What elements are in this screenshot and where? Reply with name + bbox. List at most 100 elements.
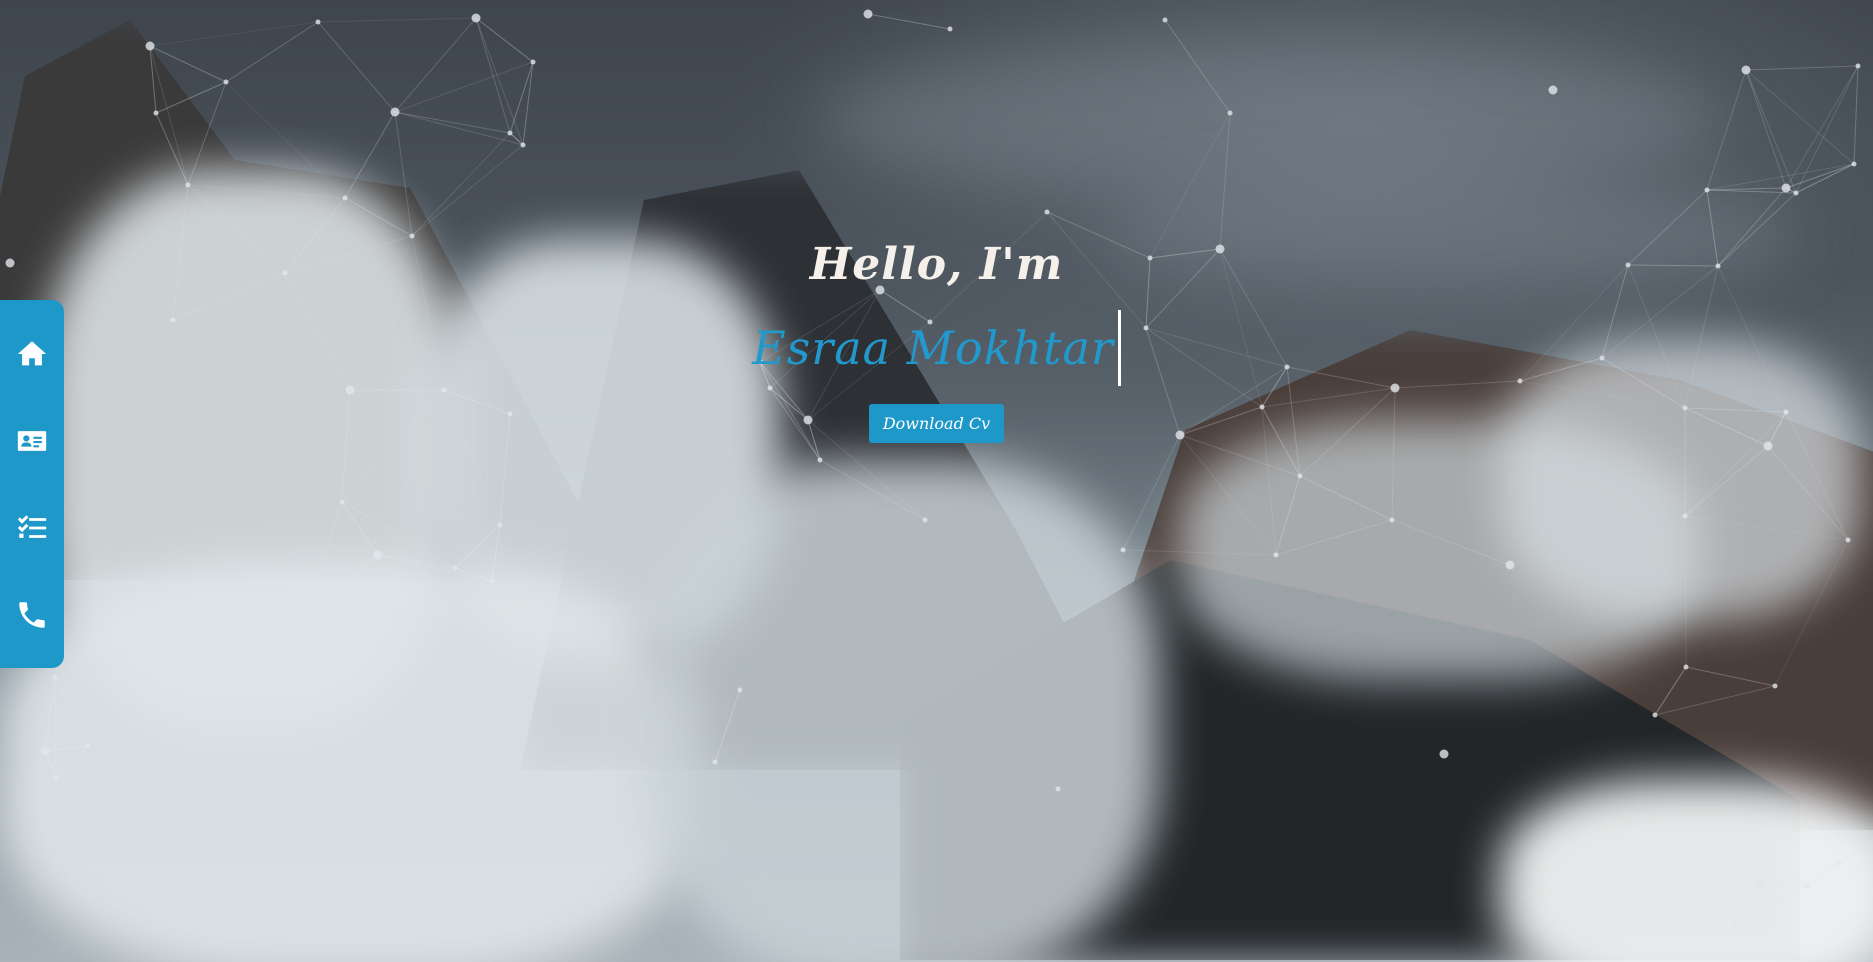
network-node bbox=[530, 59, 536, 65]
network-node bbox=[40, 746, 50, 756]
network-link bbox=[1767, 445, 1849, 541]
network-node bbox=[1772, 683, 1778, 689]
network-node bbox=[863, 9, 873, 19]
network-link bbox=[1299, 475, 1393, 521]
network-link bbox=[509, 61, 534, 134]
network-node bbox=[1227, 110, 1233, 116]
network-link bbox=[1774, 539, 1849, 687]
network-node bbox=[1548, 85, 1558, 95]
network-node bbox=[1162, 17, 1168, 23]
network-node bbox=[185, 182, 191, 188]
network-link bbox=[475, 17, 511, 134]
network-link bbox=[411, 144, 524, 237]
network-link bbox=[1706, 163, 1855, 191]
network-link bbox=[344, 111, 396, 199]
network-link bbox=[394, 111, 413, 237]
network-node bbox=[1683, 664, 1689, 670]
download-cv-button[interactable]: Download Cv bbox=[868, 404, 1005, 443]
network-node bbox=[153, 110, 159, 116]
network-node bbox=[1055, 786, 1061, 792]
network-link bbox=[394, 61, 534, 113]
network-node bbox=[342, 195, 348, 201]
network-link bbox=[302, 567, 456, 621]
sidebar-item-contact[interactable] bbox=[8, 591, 56, 639]
network-node bbox=[1836, 860, 1842, 866]
network-node bbox=[1755, 880, 1765, 890]
network-link bbox=[377, 554, 493, 582]
network-link bbox=[1122, 549, 1277, 556]
network-link bbox=[149, 45, 227, 83]
phone-icon bbox=[19, 601, 45, 628]
network-link bbox=[1806, 862, 1840, 887]
network-link bbox=[454, 524, 501, 569]
network-node bbox=[339, 499, 345, 505]
network-link bbox=[1759, 862, 1840, 886]
network-link bbox=[44, 750, 57, 780]
typing-cursor bbox=[1117, 310, 1121, 386]
name-text: Esraa Mokhtar bbox=[752, 321, 1114, 375]
network-link bbox=[394, 111, 524, 146]
network-link bbox=[344, 197, 413, 237]
network-link bbox=[1785, 163, 1855, 189]
network-link bbox=[1164, 19, 1231, 114]
network-link bbox=[1745, 65, 1859, 71]
network-link bbox=[1733, 862, 1840, 926]
network-node bbox=[507, 130, 513, 136]
network-link bbox=[341, 501, 493, 582]
network-link bbox=[491, 524, 501, 582]
network-link bbox=[187, 184, 346, 199]
network-link bbox=[302, 501, 343, 621]
network-link bbox=[149, 45, 189, 186]
network-link bbox=[1795, 163, 1855, 194]
network-node bbox=[145, 41, 155, 51]
network-node bbox=[471, 13, 481, 23]
network-link bbox=[1391, 519, 1511, 566]
network-link bbox=[1745, 69, 1797, 194]
network-link bbox=[317, 21, 396, 113]
network-node bbox=[737, 687, 743, 693]
network-link bbox=[55, 745, 89, 780]
network-node bbox=[947, 26, 953, 32]
network-node bbox=[85, 743, 91, 749]
network-node bbox=[1682, 513, 1688, 519]
network-node bbox=[1297, 473, 1303, 479]
network-node bbox=[300, 617, 306, 623]
network-link bbox=[1179, 434, 1277, 556]
network-node bbox=[373, 550, 383, 560]
network-link bbox=[1706, 69, 1747, 191]
greeting-text: Hello, I'm bbox=[809, 239, 1064, 290]
network-node bbox=[1704, 187, 1710, 193]
network-link bbox=[225, 21, 319, 83]
network-link bbox=[1684, 515, 1849, 541]
network-node bbox=[52, 674, 58, 680]
network-link bbox=[394, 17, 477, 113]
network-node bbox=[1439, 749, 1449, 759]
network-node bbox=[452, 565, 458, 571]
network-node bbox=[1804, 883, 1810, 889]
network-node bbox=[520, 142, 526, 148]
network-node bbox=[390, 107, 400, 117]
network-link bbox=[377, 524, 501, 556]
network-link bbox=[1853, 65, 1859, 165]
network-node bbox=[223, 79, 229, 85]
network-node bbox=[53, 776, 59, 782]
network-link bbox=[1219, 112, 1231, 250]
network-node bbox=[1855, 63, 1861, 69]
particle-network bbox=[5, 9, 1861, 928]
network-link bbox=[341, 501, 501, 526]
network-link bbox=[867, 13, 951, 30]
network-link bbox=[341, 501, 379, 556]
network-node bbox=[712, 759, 718, 765]
network-node bbox=[922, 517, 928, 523]
hero-section: Hello, I'm Esraa Mokhtar Download Cv bbox=[0, 234, 1873, 443]
checklist-icon bbox=[17, 514, 47, 538]
network-node bbox=[817, 457, 823, 463]
sidebar-item-skills[interactable] bbox=[8, 504, 56, 552]
network-link bbox=[1685, 666, 1776, 687]
network-link bbox=[44, 676, 56, 752]
network-node bbox=[1731, 922, 1737, 928]
network-node bbox=[1389, 517, 1395, 523]
network-node bbox=[497, 522, 503, 528]
network-link bbox=[155, 112, 189, 186]
network-link bbox=[1684, 445, 1769, 517]
